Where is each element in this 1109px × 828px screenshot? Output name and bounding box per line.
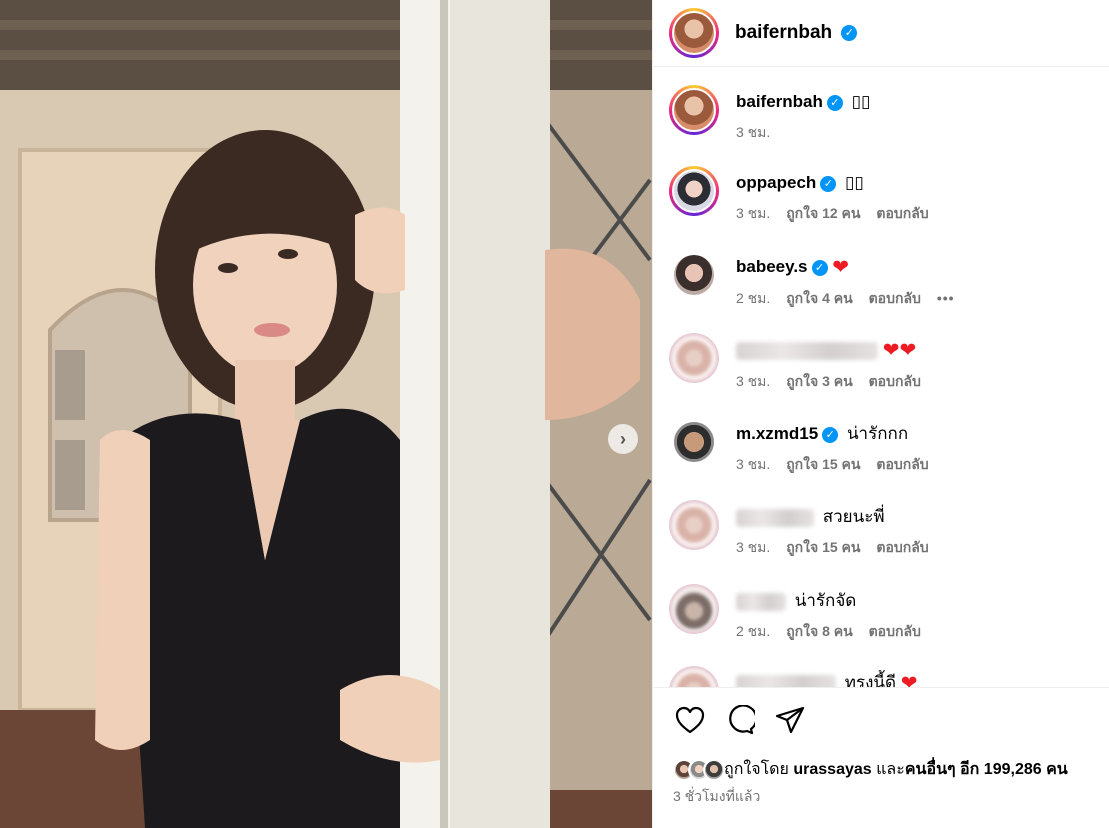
comment-text: ▯▯	[845, 173, 864, 192]
comment-item: ❤❤ 3 ชม. ถูกใจ 3 คน ตอบกลับ	[669, 333, 1109, 393]
heart-emoji-icon: ❤	[900, 672, 918, 687]
avatar[interactable]	[669, 333, 719, 383]
author-username-text[interactable]: baifernbah	[735, 22, 832, 43]
post-actions: ถูกใจโดย urassayas และคนอื่นๆ อีก 199,28…	[653, 687, 1109, 828]
liked-by-and: และ	[871, 761, 905, 778]
avatar[interactable]	[669, 584, 719, 634]
blurred-username[interactable]	[736, 674, 836, 687]
comment-text: น่ารักกก	[846, 424, 909, 443]
reply-button[interactable]: ตอบกลับ	[876, 205, 928, 221]
heart-emoji-icon: ❤	[882, 339, 900, 362]
comment-text: น่ารักจัด	[794, 591, 857, 610]
comment-list[interactable]: baifernbah ✓ ▯▯ 3 ชม. oppapech ✓ ▯▯ 3 ชม. …	[653, 68, 1109, 687]
liked-by-prefix: ถูกใจโดย	[724, 761, 794, 778]
comment-time: 3 ชม.	[736, 205, 771, 221]
comment-likes[interactable]: ถูกใจ 15 คน	[786, 456, 860, 472]
comment-username[interactable]: oppapech	[736, 173, 816, 192]
chevron-right-icon: ›	[620, 428, 626, 449]
comment-item: babeey.s ✓ ❤ 2 ชม. ถูกใจ 4 คน ตอบกลับ •••	[669, 250, 1109, 310]
comment-time: 3 ชม.	[736, 124, 771, 140]
heart-emoji-icon: ❤	[899, 339, 917, 362]
reply-button[interactable]: ตอบกลับ	[869, 290, 921, 306]
avatar[interactable]	[669, 417, 719, 467]
avatar[interactable]	[669, 166, 719, 216]
post-header: baifernbah ✓	[653, 0, 1109, 67]
comment-text: ทรงนี้ดี	[844, 673, 897, 687]
comment-time: 3 ชม.	[736, 539, 771, 555]
comment-likes[interactable]: ถูกใจ 4 คน	[786, 290, 853, 306]
comment-item: ทรงนี้ดี ❤	[669, 666, 1109, 687]
comment-item: สวยนะพี่ 3 ชม. ถูกใจ 15 คน ตอบกลับ	[669, 500, 1109, 559]
comment-text: สวยนะพี่	[822, 507, 885, 526]
comment-item: m.xzmd15 ✓ น่ารักกก 3 ชม. ถูกใจ 15 คน ตอบ…	[669, 417, 1109, 476]
author-avatar[interactable]	[669, 8, 719, 58]
post-photo[interactable]: ›	[0, 0, 652, 828]
comment-text: ▯▯	[851, 92, 871, 111]
comment-time: 2 ชม.	[736, 289, 771, 306]
likes-summary[interactable]: ถูกใจโดย urassayas และคนอื่นๆ อีก 199,28…	[673, 757, 1068, 782]
reply-button[interactable]: ตอบกลับ	[876, 539, 928, 555]
next-photo-button[interactable]: ›	[608, 424, 638, 454]
liked-by-avatars	[673, 758, 725, 781]
comment-time: 3 ชม.	[736, 372, 771, 389]
reply-button[interactable]: ตอบกลับ	[876, 456, 928, 472]
comment-item: oppapech ✓ ▯▯ 3 ชม. ถูกใจ 12 คน ตอบกลับ	[669, 166, 1109, 225]
comment-likes[interactable]: ถูกใจ 15 คน	[786, 539, 860, 555]
avatar[interactable]	[669, 500, 719, 550]
comment-username[interactable]: baifernbah	[736, 92, 823, 111]
comment-username[interactable]: m.xzmd15	[736, 424, 818, 443]
avatar[interactable]	[669, 85, 719, 135]
heart-emoji-icon: ❤	[832, 256, 850, 279]
verified-badge-icon: ✓	[811, 259, 828, 276]
verified-badge-icon: ✓	[820, 175, 837, 192]
avatar[interactable]	[669, 666, 719, 687]
verified-badge-icon: ✓	[826, 94, 843, 111]
more-options-icon[interactable]: •••	[937, 290, 955, 306]
comment-item: น่ารักจัด 2 ชม. ถูกใจ 8 คน ตอบกลับ	[669, 584, 1109, 643]
comment-icon[interactable]	[723, 703, 757, 737]
author-username[interactable]: baifernbah ✓	[735, 22, 858, 44]
liked-by-others[interactable]: คนอื่นๆ อีก 199,286 คน	[905, 761, 1068, 778]
verified-badge-icon: ✓	[822, 426, 839, 443]
reply-button[interactable]: ตอบกลับ	[869, 623, 921, 639]
comment-time: 2 ชม.	[736, 623, 771, 639]
avatar[interactable]	[669, 250, 719, 300]
post-side-panel: baifernbah ✓ baifernbah ✓ ▯▯ 3 ชม. oppape…	[652, 0, 1109, 828]
blurred-username[interactable]	[736, 341, 878, 360]
comment-likes[interactable]: ถูกใจ 8 คน	[786, 623, 853, 639]
verified-badge-icon: ✓	[841, 24, 858, 41]
share-icon[interactable]	[773, 703, 807, 737]
post-time[interactable]: 3 ชั่วโมงที่แล้ว	[673, 786, 760, 808]
comment-item: baifernbah ✓ ▯▯ 3 ชม.	[669, 85, 1109, 144]
reply-button[interactable]: ตอบกลับ	[869, 373, 921, 389]
liked-by-user[interactable]: urassayas	[793, 761, 871, 778]
photo-illustration	[0, 0, 652, 828]
heart-icon[interactable]	[673, 703, 707, 737]
comment-time: 3 ชม.	[736, 456, 771, 472]
blurred-username[interactable]	[736, 508, 814, 527]
comment-likes[interactable]: ถูกใจ 3 คน	[786, 373, 853, 389]
blurred-username[interactable]	[736, 592, 786, 611]
comment-username[interactable]: babeey.s	[736, 257, 808, 276]
comment-likes[interactable]: ถูกใจ 12 คน	[786, 205, 860, 221]
